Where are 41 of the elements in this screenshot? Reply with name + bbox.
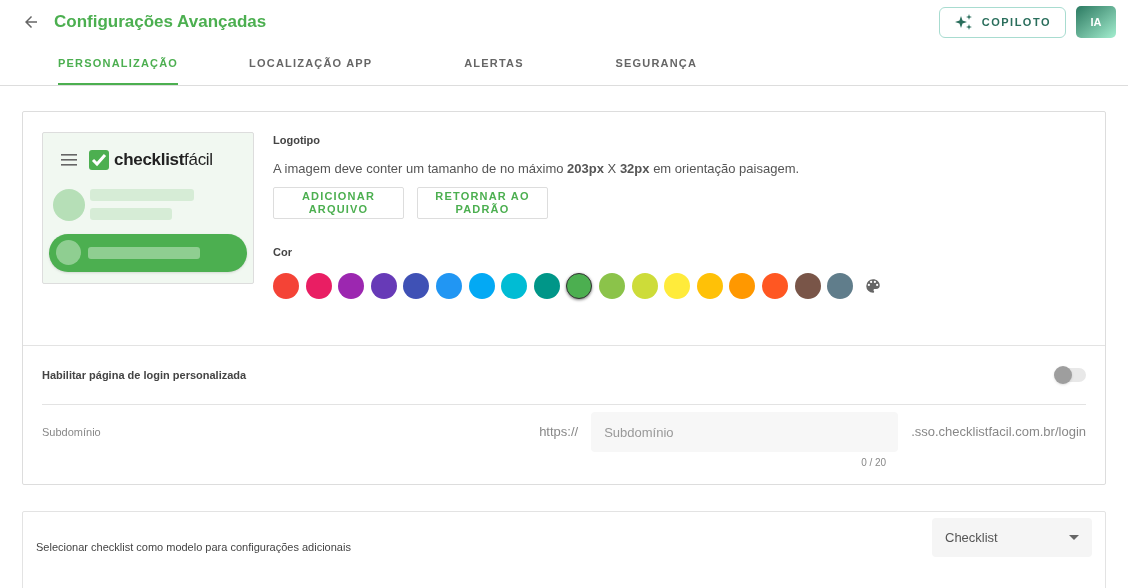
color-swatch[interactable]: [794, 272, 821, 299]
logo-description: A imagem deve conter um tamanho de no máximo 203px X 32px em orientação paisagem.: [273, 159, 801, 178]
color-swatch[interactable]: [273, 272, 299, 299]
character-counter: 0 / 20: [861, 456, 887, 470]
url-suffix: .sso.checklistfacil.com.br/login: [911, 423, 1086, 441]
menu-icon: [61, 153, 77, 166]
logo-label: Logotipo: [273, 133, 322, 148]
url-prefix: https://: [539, 423, 579, 441]
color-swatch[interactable]: [501, 272, 528, 299]
color-swatch[interactable]: [435, 272, 462, 299]
copilot-button[interactable]: COPILOTO: [938, 6, 1066, 38]
palette-icon[interactable]: [863, 276, 882, 295]
color-swatch[interactable]: [696, 272, 723, 299]
toggle-switch[interactable]: [1056, 368, 1086, 382]
color-swatch[interactable]: [566, 272, 593, 299]
color-swatch[interactable]: [631, 272, 658, 299]
custom-login-label: Habilitar página de login personalizada: [42, 367, 247, 383]
color-swatch[interactable]: [370, 272, 397, 299]
dropdown-caret-icon: [1069, 535, 1079, 540]
color-swatch[interactable]: [761, 272, 788, 299]
color-swatch[interactable]: [533, 272, 560, 299]
avatar-placeholder: [53, 188, 85, 221]
page-title: Configurações Avançadas: [54, 11, 267, 34]
tab[interactable]: ALERTAS: [443, 44, 545, 85]
checkmark-logo-icon: [89, 149, 109, 170]
color-swatch[interactable]: [664, 272, 691, 299]
subdomain-label: Subdomínio: [42, 425, 101, 440]
color-swatch[interactable]: [827, 272, 854, 299]
color-swatch[interactable]: [468, 272, 495, 299]
tab[interactable]: SEGURANÇA: [615, 44, 698, 85]
logo-text: checklistfácil: [114, 149, 213, 171]
subdomain-field[interactable]: Subdomínio: [591, 412, 899, 452]
color-swatch[interactable]: [305, 272, 332, 299]
color-label: Cor: [273, 245, 293, 260]
color-swatch[interactable]: [598, 272, 625, 299]
color-swatch[interactable]: [403, 272, 430, 299]
tab[interactable]: LOCALIZAÇÃO APP: [249, 44, 373, 85]
checklist-select[interactable]: Checklist: [932, 518, 1092, 557]
color-swatch[interactable]: [729, 272, 756, 299]
color-swatch[interactable]: [338, 272, 365, 299]
template-label: Selecionar checklist como modelo para configurações adicionais: [36, 540, 351, 555]
